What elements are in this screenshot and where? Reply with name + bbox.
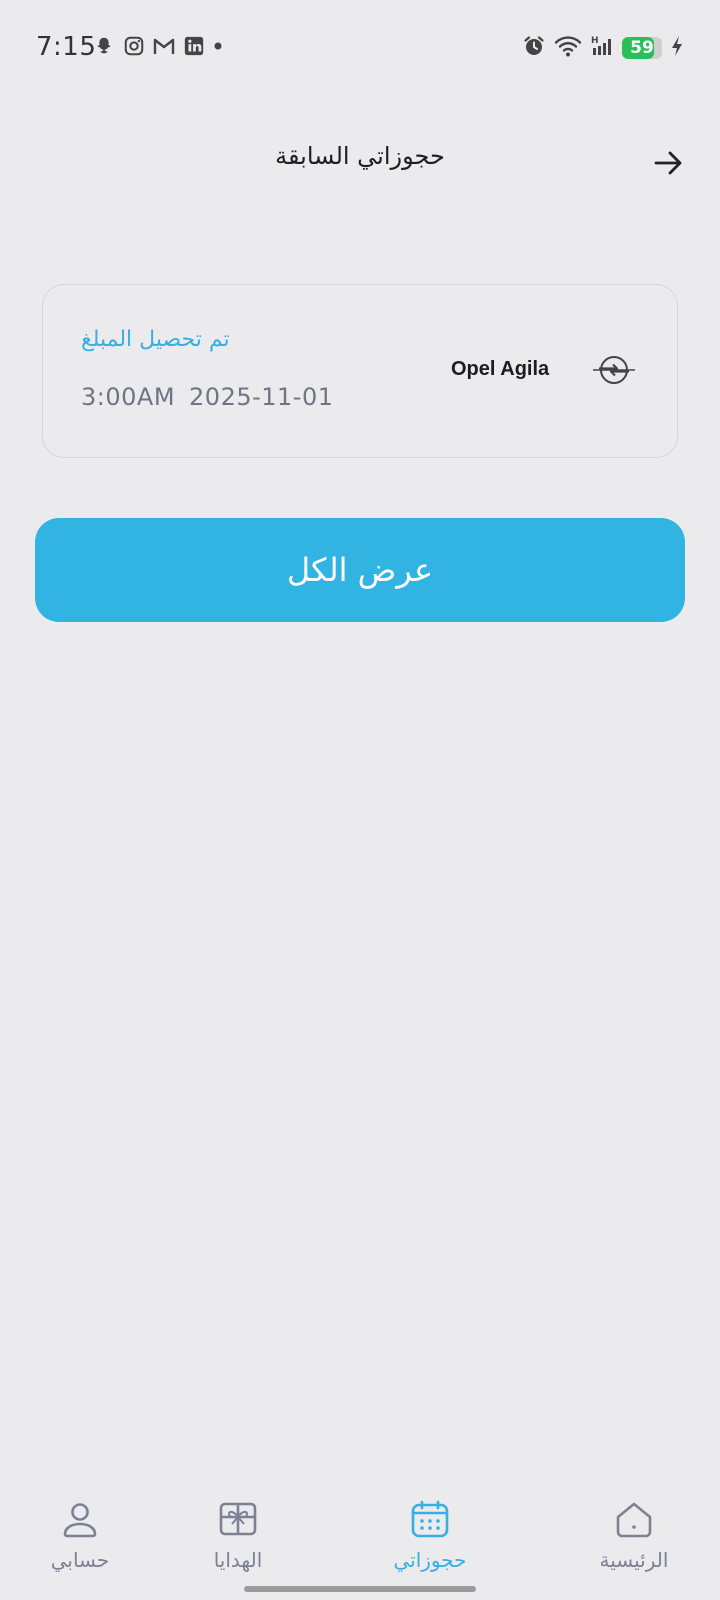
home-icon — [614, 1500, 654, 1540]
svg-text:H: H — [591, 36, 599, 46]
booking-card[interactable]: تم تحصيل المبلغ 3:00AM 2025-11-01 Opel A… — [42, 284, 678, 458]
home-indicator[interactable] — [244, 1586, 476, 1592]
status-bar: 7:15 H 59 — [0, 0, 720, 92]
dot-icon — [212, 34, 224, 58]
show-all-button[interactable]: عرض الكل — [35, 518, 685, 622]
instagram-icon — [122, 34, 146, 58]
snapchat-icon — [92, 34, 116, 58]
payment-status: تم تحصيل المبلغ — [81, 327, 230, 352]
battery-icon: 59 — [622, 37, 662, 59]
nav-item-home[interactable]: الرئيسية — [574, 1500, 694, 1572]
opel-logo-icon — [591, 353, 637, 387]
nav-item-account[interactable]: حسابي — [20, 1500, 140, 1572]
notification-icons — [92, 34, 224, 58]
header: حجوزاتي السابقة — [0, 130, 720, 194]
booking-date: 2025-11-01 — [189, 383, 334, 411]
car-name: Opel Agila — [451, 358, 550, 380]
gmail-icon — [152, 34, 176, 58]
linkedin-icon — [182, 34, 206, 58]
booking-datetime: 3:00AM 2025-11-01 — [81, 383, 334, 411]
page-title: حجوزاتي السابقة — [275, 142, 445, 170]
signal-icon: H — [590, 34, 614, 62]
wifi-icon — [554, 34, 582, 62]
alarm-icon — [522, 34, 546, 62]
calendar-icon — [410, 1500, 450, 1540]
bottom-nav: حسابي الهدايا حجوزاتي الرئيسية — [0, 1490, 720, 1600]
battery-level: 59 — [630, 38, 654, 58]
system-icons: H 59 — [522, 34, 684, 62]
nav-item-gifts[interactable]: الهدايا — [178, 1500, 298, 1572]
nav-label-account: حسابي — [50, 1548, 110, 1572]
nav-label-bookings: حجوزاتي — [393, 1548, 467, 1572]
arrow-right-icon[interactable] — [652, 146, 686, 180]
status-time: 7:15 — [36, 32, 97, 62]
gift-icon — [218, 1500, 258, 1540]
booking-time: 3:00AM — [81, 383, 176, 411]
nav-label-gifts: الهدايا — [213, 1548, 263, 1572]
nav-label-home: الرئيسية — [599, 1548, 669, 1572]
nav-item-bookings[interactable]: حجوزاتي — [370, 1500, 490, 1572]
user-icon — [60, 1500, 100, 1540]
charging-icon — [670, 34, 684, 62]
